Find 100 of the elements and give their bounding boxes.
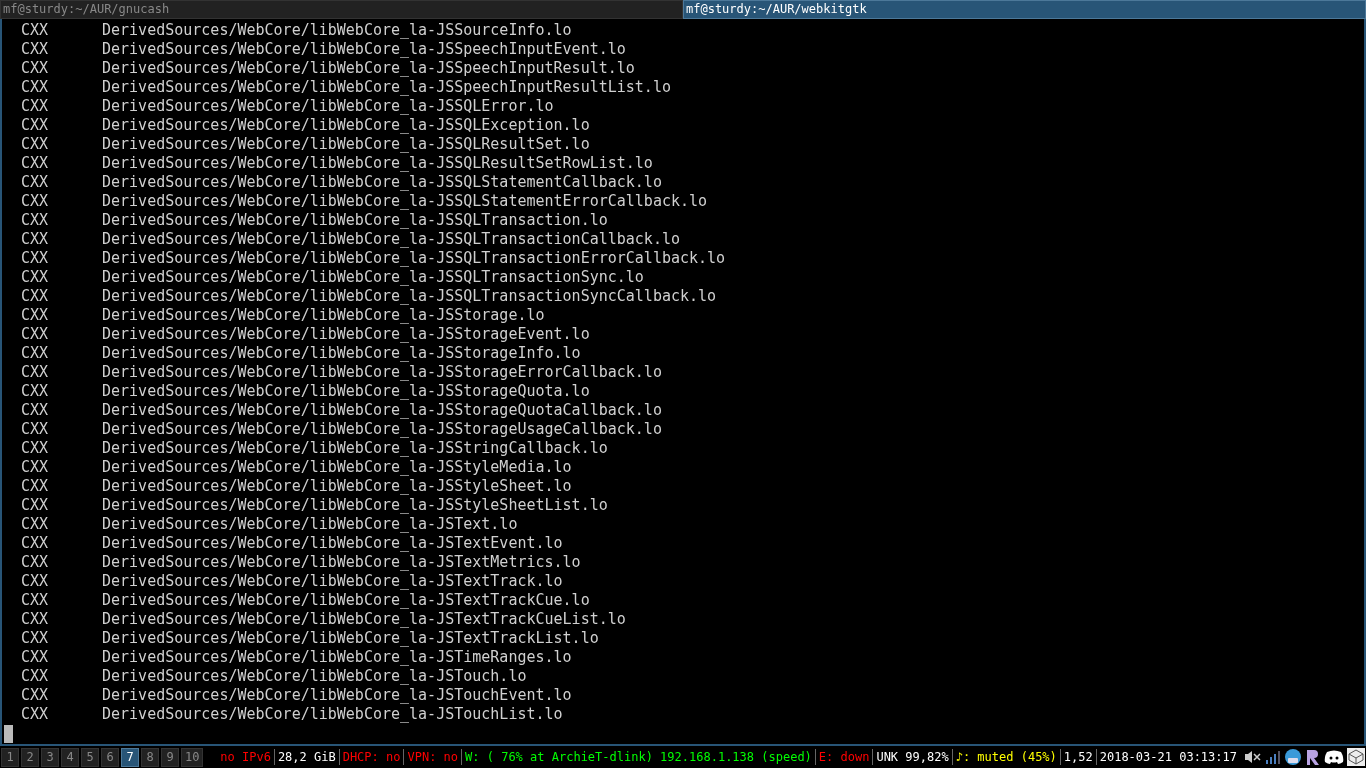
app-icon[interactable] [1305, 748, 1321, 766]
build-step: CXX [21, 686, 48, 705]
speaker-muted-icon[interactable] [1244, 749, 1262, 765]
output-path: DerivedSources/WebCore/libWebCore_la-JSText.lo [102, 515, 518, 534]
build-step: CXX [21, 572, 48, 591]
build-step: CXX [21, 515, 48, 534]
workspace-button[interactable]: 5 [81, 747, 99, 767]
signal-icon[interactable] [1265, 749, 1281, 765]
output-path: DerivedSources/WebCore/libWebCore_la-JSSQLStatementCallback.lo [102, 173, 662, 192]
build-step: CXX [21, 496, 48, 515]
workspace-button[interactable]: 2 [21, 747, 39, 767]
build-step: CXX [21, 401, 48, 420]
workspace-button[interactable]: 7 [121, 747, 139, 767]
build-step: CXX [21, 21, 48, 40]
build-step: CXX [21, 667, 48, 686]
build-step: CXX [21, 211, 48, 230]
output-path: DerivedSources/WebCore/libWebCore_la-JSSQLTransactionErrorCallback.lo [102, 249, 726, 268]
build-step: CXX [21, 268, 48, 287]
status-item: 28,2 GiB [276, 749, 337, 765]
box-icon[interactable] [1347, 748, 1365, 766]
output-path: DerivedSources/WebCore/libWebCore_la-JSStringCallback.lo [102, 439, 608, 458]
workspace-button[interactable]: 9 [161, 747, 179, 767]
output-path: DerivedSources/WebCore/libWebCore_la-JSTextEvent.lo [102, 534, 563, 553]
status-item: DHCP: no [341, 749, 402, 765]
output-path: DerivedSources/WebCore/libWebCore_la-JSTimeRanges.lo [102, 648, 572, 667]
build-step: CXX [21, 705, 48, 724]
build-step: CXX [21, 173, 48, 192]
build-step: CXX [21, 97, 48, 116]
build-step: CXX [21, 306, 48, 325]
output-path: DerivedSources/WebCore/libWebCore_la-JSStorageQuota.lo [102, 382, 590, 401]
output-path: DerivedSources/WebCore/libWebCore_la-JSSQLException.lo [102, 116, 590, 135]
output-path: DerivedSources/WebCore/libWebCore_la-JSStorage.lo [102, 306, 545, 325]
output-path: DerivedSources/WebCore/libWebCore_la-JSSQLTransactionSyncCallback.lo [102, 287, 717, 306]
build-step: CXX [21, 629, 48, 648]
output-path: DerivedSources/WebCore/libWebCore_la-JSStorageInfo.lo [102, 344, 581, 363]
output-path: DerivedSources/WebCore/libWebCore_la-JSSpeechInputResultList.lo [102, 78, 671, 97]
status-item: W: ( 76% at ArchieT-dlink) 192.168.1.138 (speed) [464, 749, 813, 765]
output-path: DerivedSources/WebCore/libWebCore_la-JSTextTrackCueList.lo [102, 610, 626, 629]
output-path: DerivedSources/WebCore/libWebCore_la-JSStorageEvent.lo [102, 325, 590, 344]
workspace-button[interactable]: 1 [1, 747, 19, 767]
workspace-button[interactable]: 8 [141, 747, 159, 767]
output-path: DerivedSources/WebCore/libWebCore_la-JSStyleMedia.lo [102, 458, 572, 477]
build-step: CXX [21, 591, 48, 610]
build-step: CXX [21, 135, 48, 154]
build-step: CXX [21, 325, 48, 344]
workspace-button[interactable]: 4 [61, 747, 79, 767]
build-step: CXX [21, 420, 48, 439]
status-item: UNK 99,82% [875, 749, 950, 765]
build-step: CXX [21, 344, 48, 363]
output-path: DerivedSources/WebCore/libWebCore_la-JSSQLTransactionCallback.lo [102, 230, 680, 249]
output-path: DerivedSources/WebCore/libWebCore_la-JSTextTrack.lo [102, 572, 563, 591]
build-step: CXX [21, 553, 48, 572]
build-step: CXX [21, 477, 48, 496]
status-item: E: down [817, 749, 871, 765]
build-step: CXX [21, 648, 48, 667]
build-step: CXX [21, 249, 48, 268]
workspace-button[interactable]: 10 [181, 747, 204, 767]
build-step: CXX [21, 78, 48, 97]
build-step: CXX [21, 40, 48, 59]
status-item: 1,52 [1062, 749, 1094, 765]
status-item: VPN: no [406, 749, 460, 765]
status-item: 2018-03-21 03:13:17 [1098, 749, 1238, 765]
build-step: CXX [21, 439, 48, 458]
output-path: DerivedSources/WebCore/libWebCore_la-JSStyleSheet.lo [102, 477, 572, 496]
text-cursor [4, 725, 13, 743]
output-path: DerivedSources/WebCore/libWebCore_la-JSTouchEvent.lo [102, 686, 572, 705]
build-step: CXX [21, 192, 48, 211]
discord-icon[interactable] [1324, 749, 1344, 765]
window-tab[interactable]: mf@sturdy:~/AUR/webkitgtk [683, 0, 1366, 19]
status-item: no IPv6 [219, 749, 272, 765]
output-path: DerivedSources/WebCore/libWebCore_la-JSSpeechInputEvent.lo [102, 40, 626, 59]
workspace-button[interactable]: 3 [41, 747, 59, 767]
output-path: DerivedSources/WebCore/libWebCore_la-JSSQLTransactionSync.lo [102, 268, 644, 287]
build-step: CXX [21, 116, 48, 135]
output-path: DerivedSources/WebCore/libWebCore_la-JSSQLResultSetRowList.lo [102, 154, 653, 173]
window-tab[interactable]: mf@sturdy:~/AUR/gnucash [0, 0, 683, 19]
output-path: DerivedSources/WebCore/libWebCore_la-JSSpeechInputResult.lo [102, 59, 635, 78]
build-step: CXX [21, 363, 48, 382]
output-path: DerivedSources/WebCore/libWebCore_la-JSStyleSheetList.lo [102, 496, 608, 515]
output-path: DerivedSources/WebCore/libWebCore_la-JSSourceInfo.lo [102, 21, 572, 40]
build-step: CXX [21, 382, 48, 401]
output-path: DerivedSources/WebCore/libWebCore_la-JSTouchList.lo [102, 705, 563, 724]
output-path: DerivedSources/WebCore/libWebCore_la-JSStorageQuotaCallback.lo [102, 401, 662, 420]
output-path: DerivedSources/WebCore/libWebCore_la-JSSQLError.lo [102, 97, 554, 116]
status-item: ♪: muted (45%) [954, 749, 1058, 765]
output-path: DerivedSources/WebCore/libWebCore_la-JSTextMetrics.lo [102, 553, 581, 572]
build-step: CXX [21, 59, 48, 78]
output-path: DerivedSources/WebCore/libWebCore_la-JSStorageErrorCallback.lo [102, 363, 662, 382]
build-step: CXX [21, 287, 48, 306]
build-step: CXX [21, 458, 48, 477]
output-path: DerivedSources/WebCore/libWebCore_la-JSSQLResultSet.lo [102, 135, 590, 154]
output-path: DerivedSources/WebCore/libWebCore_la-JSTextTrackCue.lo [102, 591, 590, 610]
output-path: DerivedSources/WebCore/libWebCore_la-JSStorageUsageCallback.lo [102, 420, 662, 439]
workspace-button[interactable]: 6 [101, 747, 119, 767]
output-path: DerivedSources/WebCore/libWebCore_la-JSSQLTransaction.lo [102, 211, 608, 230]
build-step: CXX [21, 610, 48, 629]
output-path: DerivedSources/WebCore/libWebCore_la-JSTouch.lo [102, 667, 527, 686]
build-step: CXX [21, 154, 48, 173]
build-step: CXX [21, 230, 48, 249]
output-path: DerivedSources/WebCore/libWebCore_la-JSTextTrackList.lo [102, 629, 599, 648]
